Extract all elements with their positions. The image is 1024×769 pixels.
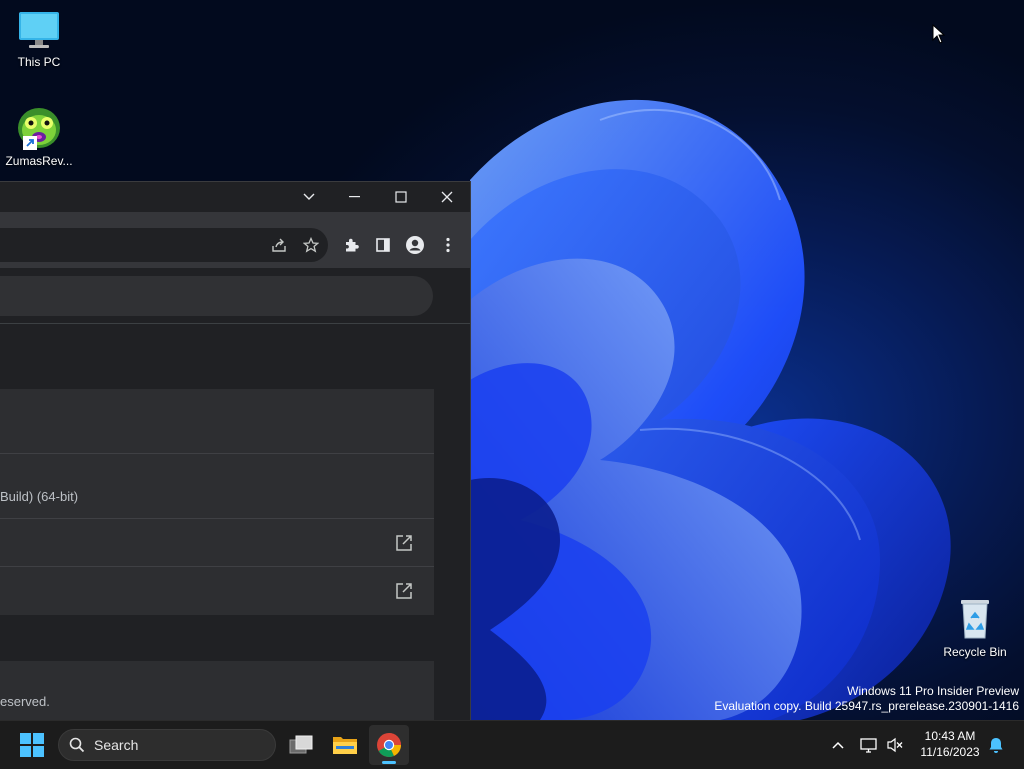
- extensions-button[interactable]: [338, 231, 366, 259]
- avatar-icon: [406, 236, 424, 254]
- file-explorer-button[interactable]: [325, 725, 365, 765]
- desktop-icon-label: This PC: [17, 55, 61, 69]
- task-view-button[interactable]: [281, 725, 321, 765]
- close-button[interactable]: [425, 182, 469, 212]
- profile-button[interactable]: [401, 231, 429, 259]
- mouse-cursor-icon: [932, 24, 946, 44]
- side-panel-button[interactable]: [369, 231, 397, 259]
- desktop-icon-label: Recycle Bin: [943, 645, 1007, 659]
- task-view-icon: [289, 735, 313, 754]
- address-bar[interactable]: [0, 228, 328, 262]
- chevron-up-icon: [832, 741, 844, 749]
- search-label: Search: [94, 737, 139, 753]
- minimize-icon: [349, 196, 360, 198]
- windows-logo-icon: [20, 733, 44, 757]
- side-panel-icon: [376, 238, 390, 252]
- open-in-new-icon: [396, 535, 412, 551]
- tab-search-button[interactable]: [287, 182, 331, 212]
- bell-icon: [989, 738, 1003, 753]
- browser-toolbar: [0, 212, 470, 268]
- share-icon: [272, 238, 286, 252]
- shortcut-arrow-icon: [23, 136, 37, 150]
- taskbar-search-box[interactable]: Search: [58, 729, 276, 761]
- share-button[interactable]: [265, 231, 293, 259]
- copyright-text: eserved.: [0, 694, 50, 709]
- maximize-button[interactable]: [379, 182, 423, 212]
- chevron-down-icon: [303, 193, 315, 200]
- chrome-window[interactable]: Build) (64-bit) eserved.: [0, 181, 471, 720]
- settings-search-input[interactable]: [0, 276, 433, 316]
- kebab-menu-icon: [446, 237, 450, 253]
- close-icon: [441, 191, 453, 203]
- puzzle-icon: [346, 238, 359, 252]
- card-row-top: [0, 389, 434, 453]
- start-button[interactable]: [12, 725, 52, 765]
- chrome-taskbar-button[interactable]: [369, 725, 409, 765]
- system-clock[interactable]: 10:43 AM 11/16/2023: [913, 728, 987, 760]
- settings-content: Build) (64-bit) eserved.: [0, 268, 470, 720]
- running-indicator: [382, 761, 396, 764]
- version-text: Build) (64-bit): [0, 489, 79, 504]
- header-divider: [0, 323, 470, 324]
- clock-date: 11/16/2023: [920, 745, 980, 759]
- frog-game-icon: [15, 104, 63, 152]
- about-chrome-card: Build) (64-bit): [0, 389, 434, 615]
- desktop-icon-zumas-revenge[interactable]: ZumasRev...: [2, 104, 76, 168]
- show-hidden-icons-button[interactable]: [828, 735, 848, 755]
- help-row[interactable]: [0, 518, 434, 567]
- watermark-edition: Windows 11 Pro Insider Preview: [847, 684, 1019, 698]
- maximize-icon: [395, 191, 407, 203]
- desktop-icon-label: ZumasRev...: [5, 154, 73, 168]
- legal-card: eserved.: [0, 661, 434, 720]
- open-in-new-icon: [396, 583, 412, 599]
- chrome-menu-button[interactable]: [434, 231, 462, 259]
- watermark-build: Evaluation copy. Build 25947.rs_prerelea…: [714, 699, 1019, 713]
- speaker-muted-icon: [887, 737, 903, 753]
- star-icon: [303, 237, 319, 253]
- folder-icon: [333, 737, 357, 754]
- windows-watermark: Windows 11 Pro Insider Preview Evaluatio…: [714, 684, 1019, 714]
- search-icon: [69, 737, 85, 753]
- monitor-icon: [2, 10, 76, 53]
- taskbar: Search 10:43 AM 11/16/2023: [0, 720, 1024, 769]
- report-issue-row[interactable]: [0, 566, 434, 616]
- network-icon: [860, 738, 877, 753]
- desktop-icon-this-pc[interactable]: This PC: [2, 10, 76, 69]
- desktop-icon-recycle-bin[interactable]: Recycle Bin: [938, 596, 1012, 659]
- notifications-button[interactable]: [986, 735, 1006, 755]
- minimize-button[interactable]: [333, 182, 377, 212]
- version-row: Build) (64-bit): [0, 453, 434, 519]
- clock-time: 10:43 AM: [924, 729, 976, 743]
- window-titlebar[interactable]: [0, 182, 470, 212]
- network-status-button[interactable]: [859, 735, 879, 755]
- volume-muted-button[interactable]: [885, 735, 905, 755]
- bookmark-star-button[interactable]: [297, 231, 325, 259]
- desktop: This PC ZumasRev... Recycle Bin Windows …: [0, 0, 1024, 720]
- chrome-icon: [377, 733, 401, 757]
- recycle-bin-icon: [938, 596, 1012, 643]
